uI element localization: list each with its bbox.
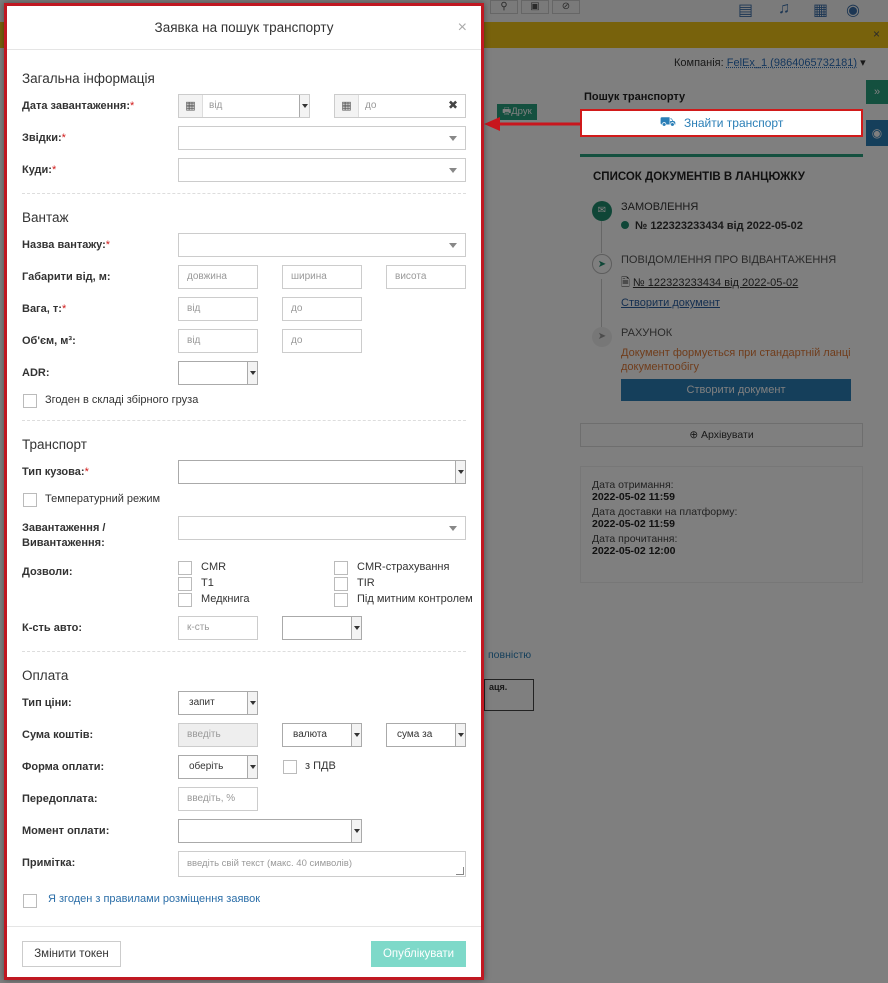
calendar-icon[interactable]: ▦ [335, 95, 359, 117]
volume-to-input[interactable]: до [282, 329, 362, 353]
prepayment-input[interactable]: введіть, % [178, 787, 258, 811]
close-icon[interactable]: × [458, 20, 467, 36]
permit-tir-label: TIR [357, 577, 375, 589]
publish-button[interactable]: Опублікувати [371, 941, 466, 967]
to-select[interactable] [178, 158, 466, 182]
from-select[interactable] [178, 126, 466, 150]
cargo-name-label: Назва вантажу:* [22, 239, 111, 251]
chevron-down-icon [455, 724, 465, 746]
adr-select[interactable] [178, 361, 258, 385]
chevron-down-icon [449, 243, 457, 248]
weight-label: Вага, т:* [22, 303, 67, 315]
load-date-from-field[interactable]: ▦ від [178, 94, 310, 118]
permits-label: Дозволи: [22, 566, 73, 578]
sum-for-select[interactable]: сума за [386, 723, 466, 747]
vehicle-count-label: К-сть авто: [22, 622, 83, 634]
divider [22, 651, 466, 652]
resize-handle-icon[interactable] [456, 867, 464, 875]
width-input[interactable]: ширина [282, 265, 362, 289]
permit-t1-checkbox[interactable] [178, 577, 192, 591]
vehicle-count-input[interactable]: к-сть [178, 616, 258, 640]
chevron-down-icon[interactable] [299, 95, 309, 117]
modal-header: Заявка на пошук транспорту × [7, 6, 481, 50]
permit-medbook-label: Медкнига [201, 593, 250, 605]
arrow-annotation [484, 117, 581, 131]
price-type-select[interactable]: запит [178, 691, 258, 715]
to-label: Куди:* [22, 164, 57, 176]
permit-customs-label: Під митним контролем [357, 593, 473, 605]
modal-title: Заявка на пошук транспорту [154, 20, 334, 35]
volume-from-input[interactable]: від [178, 329, 258, 353]
chevron-down-icon [247, 362, 257, 384]
clear-icon[interactable]: ✖ [448, 98, 458, 112]
vat-checkbox[interactable] [283, 760, 297, 774]
temperature-mode-checkbox[interactable] [23, 493, 37, 507]
chevron-down-icon [449, 526, 457, 531]
chevron-down-icon [247, 756, 257, 778]
body-type-select[interactable] [178, 460, 466, 484]
prepayment-label: Передоплата: [22, 793, 98, 805]
height-input[interactable]: висота [386, 265, 466, 289]
note-label: Примітка: [22, 857, 76, 869]
payment-form-label: Форма оплати: [22, 761, 105, 773]
agree-rules-link[interactable]: Я згоден з правилами розміщення заявок [48, 893, 260, 905]
chevron-down-icon [455, 461, 465, 483]
load-date-to-field[interactable]: ▦ до ✖ [334, 94, 466, 118]
chevron-down-icon [351, 724, 361, 746]
chevron-down-icon [351, 820, 361, 842]
permit-customs-checkbox[interactable] [334, 593, 348, 607]
permit-cmr-label: CMR [201, 561, 227, 573]
chevron-down-icon [247, 692, 257, 714]
permit-t1-label: T1 [201, 577, 214, 589]
permit-cmr-insurance-label: CMR-страхування [357, 561, 450, 573]
vat-label: з ПДВ [305, 760, 336, 772]
temperature-mode-label: Температурний режим [45, 493, 161, 505]
chevron-down-icon [351, 617, 361, 639]
section-cargo-title: Вантаж [22, 210, 69, 225]
dimensions-label: Габарити від, м: [22, 271, 111, 283]
section-payment-title: Оплата [22, 668, 69, 683]
cargo-name-select[interactable] [178, 233, 466, 257]
volume-label: Об'єм, м³: [22, 335, 76, 347]
section-transport-title: Транспорт [22, 437, 87, 452]
change-token-button[interactable]: Змінити токен [22, 941, 121, 967]
chevron-down-icon [449, 168, 457, 173]
vehicle-count-select[interactable] [282, 616, 362, 640]
from-label: Звідки:* [22, 132, 66, 144]
weight-to-input[interactable]: до [282, 297, 362, 321]
weight-from-input[interactable]: від [178, 297, 258, 321]
agree-rules-checkbox[interactable] [23, 894, 37, 908]
divider [22, 420, 466, 421]
amount-input[interactable]: введіть [178, 723, 258, 747]
price-type-label: Тип ціни: [22, 697, 72, 709]
section-general-title: Загальна інформація [22, 71, 155, 86]
amount-label: Сума коштів: [22, 729, 94, 741]
permit-tir-checkbox[interactable] [334, 577, 348, 591]
load-date-label: Дата завантаження:* [22, 100, 135, 112]
permit-medbook-checkbox[interactable] [178, 593, 192, 607]
modal-footer: Змінити токен Опублікувати [7, 926, 481, 980]
calendar-icon[interactable]: ▦ [179, 95, 203, 117]
payment-moment-label: Момент оплати: [22, 825, 110, 837]
note-textarea[interactable]: введіть свій текст (макс. 40 символів) [178, 851, 466, 877]
permit-cmr-insurance-checkbox[interactable] [334, 561, 348, 575]
payment-moment-select[interactable] [178, 819, 362, 843]
payment-form-select[interactable]: оберіть [178, 755, 258, 779]
body-type-label: Тип кузова:* [22, 466, 89, 478]
transport-request-modal: Заявка на пошук транспорту × Загальна ін… [4, 3, 484, 980]
loading-unloading-label: Завантаження / Вивантаження: [22, 522, 106, 549]
length-input[interactable]: довжина [178, 265, 258, 289]
divider [22, 193, 466, 194]
find-transport-button[interactable]: ⛟ Знайти транспорт [580, 109, 863, 137]
permit-cmr-checkbox[interactable] [178, 561, 192, 575]
currency-select[interactable]: валюта [282, 723, 362, 747]
groupage-checkbox[interactable] [23, 394, 37, 408]
truck-icon: ⛟ [659, 114, 676, 129]
groupage-label: Згоден в складі збірного груза [45, 394, 199, 406]
chevron-down-icon [449, 136, 457, 141]
adr-label: ADR: [22, 367, 50, 379]
loading-unloading-select[interactable] [178, 516, 466, 540]
